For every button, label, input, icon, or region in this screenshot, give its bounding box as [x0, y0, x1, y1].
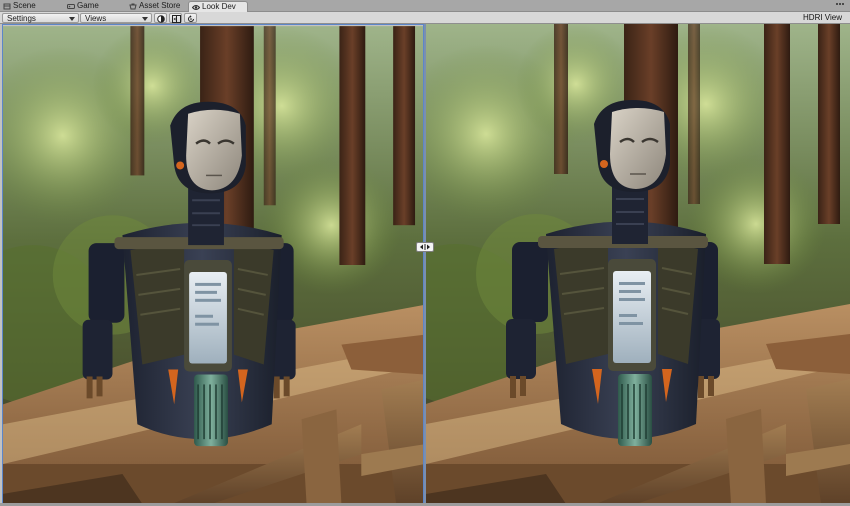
settings-dropdown[interactable]: Settings	[2, 13, 79, 23]
shading-toggle-icon	[157, 15, 165, 23]
robot-forest-render-a	[3, 25, 423, 503]
split-handle[interactable]	[416, 242, 434, 252]
tab-scene[interactable]: Scene	[0, 1, 60, 12]
tab-game-label: Game	[77, 1, 99, 10]
tab-asset-store[interactable]: Asset Store	[126, 1, 190, 12]
views-dropdown-label: Views	[85, 14, 107, 23]
robot-forest-render-b	[426, 24, 850, 504]
window-menu-icon[interactable]	[836, 3, 846, 9]
reset-view-button[interactable]	[184, 13, 197, 23]
look-dev-view-b[interactable]	[426, 24, 850, 504]
settings-dropdown-label: Settings	[7, 14, 36, 23]
views-dropdown[interactable]: Views	[80, 13, 152, 23]
shading-toggle-button[interactable]	[154, 13, 167, 23]
hdri-view-label: HDRI View	[803, 13, 842, 22]
tab-scene-label: Scene	[13, 1, 36, 10]
window-tab-bar: Scene Game Asset Store Look Dev	[0, 0, 850, 13]
tab-asset-store-label: Asset Store	[139, 1, 181, 10]
eye-icon	[192, 5, 200, 10]
side-by-side-icon	[172, 15, 181, 23]
reset-view-icon	[188, 15, 194, 22]
split-handle-icon	[420, 244, 430, 250]
game-icon	[67, 4, 75, 9]
store-icon	[129, 3, 137, 10]
chevron-down-icon	[69, 17, 75, 21]
look-dev-toolbar: Settings Views HDRI View	[0, 12, 850, 24]
look-dev-view-a[interactable]	[2, 24, 424, 504]
tab-look-dev-label: Look Dev	[202, 2, 236, 11]
chevron-down-icon	[142, 17, 148, 21]
scene-icon	[3, 3, 11, 10]
tab-game[interactable]: Game	[64, 1, 126, 12]
side-by-side-button[interactable]	[169, 13, 182, 23]
